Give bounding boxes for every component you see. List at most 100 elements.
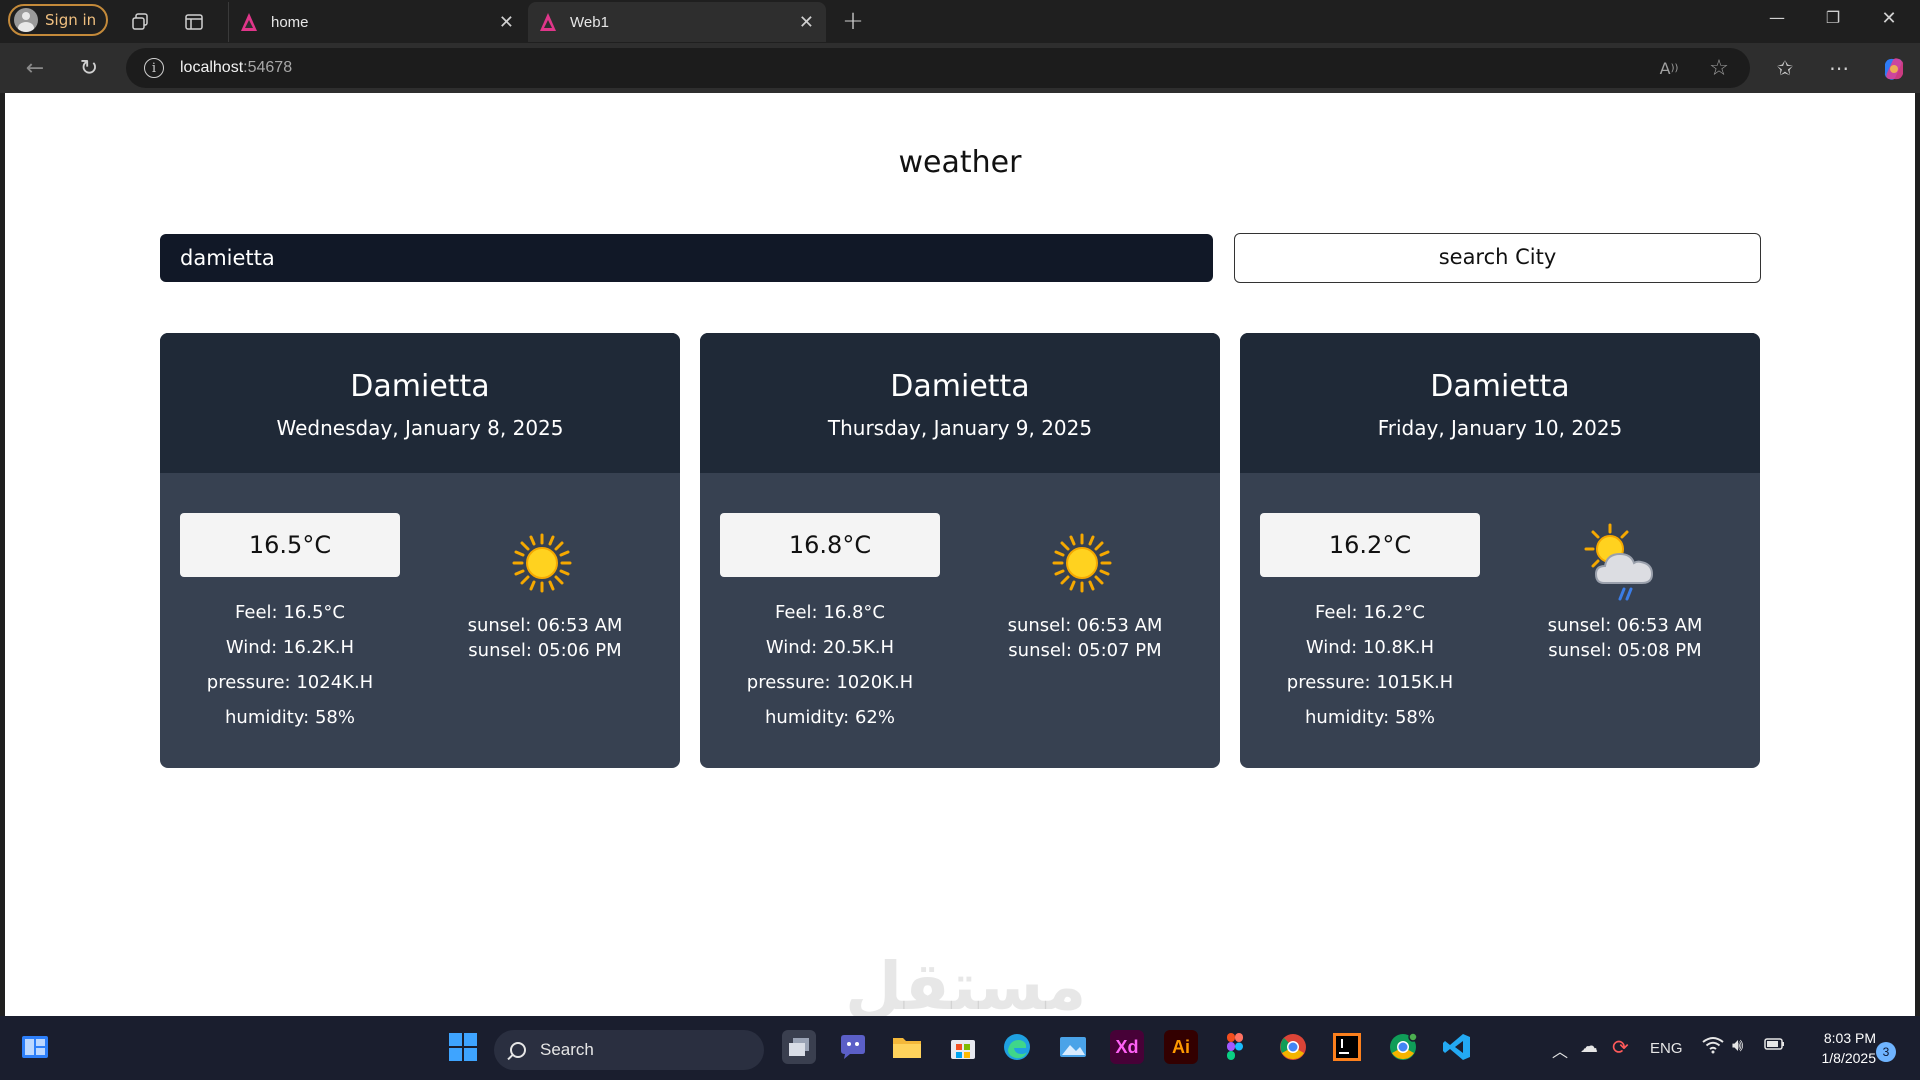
copilot-icon[interactable] [1880,55,1908,83]
wind-value: Wind: 16.2K.H [225,637,355,658]
clock-time: 8:03 PM [1823,1030,1876,1046]
photos-icon[interactable] [1056,1030,1090,1064]
feel-value: Feel: 16.5°C [235,602,345,623]
sign-in-button[interactable]: Sign in [8,4,108,36]
tab-web1[interactable]: Web1 ✕ [528,2,826,42]
back-icon[interactable]: ← [22,55,48,81]
card-header: Damietta Friday, January 10, 2025 [1240,333,1760,473]
widgets-icon[interactable] [18,1030,52,1064]
new-tab-icon[interactable]: + [840,6,866,36]
volume-icon[interactable]: 🔊︎ [1732,1035,1743,1056]
card-body: 16.8°C Feel: 16.8°C Wind: 20.5K.H pressu… [700,473,1220,768]
temperature-value: 16.8°C [720,513,940,577]
wifi-icon[interactable] [1702,1036,1724,1059]
temperature-value: 16.5°C [180,513,400,577]
store-icon[interactable] [946,1030,980,1064]
close-tab-icon[interactable]: ✕ [799,12,814,33]
humidity-value: humidity: 58% [225,707,355,728]
sun-icon [1052,533,1112,593]
card-body: 16.5°C Feel: 16.5°C Wind: 16.2K.H pressu… [160,473,680,768]
favorite-star-icon[interactable]: ☆ [1706,55,1732,81]
edge-icon[interactable] [1000,1030,1034,1064]
sunrise-value: sunsel: 06:53 AM [467,615,623,636]
jetbrains-icon[interactable] [1330,1030,1364,1064]
pressure-value: pressure: 1024K.H [206,672,374,693]
windows-taskbar: Search Xd Ai ︿ ☁ ⟳ ENG 🔊︎ 8:03 PM 1/8/20… [0,1016,1920,1080]
vscode-icon[interactable] [1440,1030,1474,1064]
favorites-icon[interactable]: ✩ [1772,55,1798,81]
onedrive-icon[interactable]: ☁ [1580,1036,1598,1057]
wind-value: Wind: 10.8K.H [1305,637,1435,658]
sun-times: sunsel: 06:53 AM sunsel: 05:08 PM [1530,613,1720,663]
clock-date: 1/8/2025 [1821,1050,1877,1066]
card-header: Damietta Wednesday, January 8, 2025 [160,333,680,473]
card-body: 16.2°C Feel: 16.2°C Wind: 10.8K.H pressu… [1240,473,1760,768]
address-bar: ← ↻ i localhost:54678 A)) ☆ ✩ ⋯ [0,43,1920,93]
taskbar-search[interactable]: Search [494,1030,764,1070]
weather-page: weather search City Damietta Wednesday, … [5,93,1915,1025]
show-hidden-icons-icon[interactable]: ︿ [1552,1038,1568,1062]
illustrator-icon[interactable]: Ai [1164,1030,1198,1064]
site-info-icon[interactable]: i [144,58,164,78]
language-indicator[interactable]: ENG [1650,1040,1683,1057]
sunrise-value: sunsel: 06:53 AM [1007,615,1163,636]
battery-icon[interactable] [1764,1036,1786,1057]
vertical-tabs-icon[interactable] [182,10,206,34]
weather-stats: Feel: 16.2°C Wind: 10.8K.H pressure: 101… [1260,595,1480,735]
card-city: Damietta [350,369,490,404]
angular-icon [239,12,259,32]
search-city-button[interactable]: search City [1234,233,1761,283]
workspaces-icon[interactable] [128,10,152,34]
humidity-value: humidity: 62% [765,707,895,728]
notification-badge[interactable]: 3 [1876,1042,1896,1062]
tab-home[interactable]: home ✕ [228,2,526,42]
url-host: localhost [180,59,244,76]
card-city: Damietta [890,369,1030,404]
close-window-icon[interactable]: ✕ [1874,8,1904,29]
sun-icon [512,533,572,593]
chrome-icon[interactable] [1276,1030,1310,1064]
card-date: Thursday, January 9, 2025 [827,416,1093,440]
task-view-icon[interactable] [782,1030,816,1064]
taskbar-search-label: Search [540,1040,594,1059]
feel-value: Feel: 16.2°C [1315,602,1425,623]
sun-times: sunsel: 06:53 AM sunsel: 05:07 PM [990,613,1180,663]
url-field[interactable]: i localhost:54678 [126,48,1750,88]
close-tab-icon[interactable]: ✕ [499,12,514,33]
sunrise-value: sunsel: 06:53 AM [1547,615,1703,636]
forecast-card: Damietta Thursday, January 9, 2025 16.8°… [700,333,1220,768]
browser-tab-bar: Sign in home ✕ Web1 ✕ + — ❐ ✕ [0,0,1920,43]
sunset-value: sunsel: 05:06 PM [468,640,622,661]
tab-title: Web1 [570,13,609,31]
folder-icon[interactable] [890,1030,924,1064]
adobe-xd-icon[interactable]: Xd [1110,1030,1144,1064]
forecast-card: Damietta Friday, January 10, 2025 16.2°C… [1240,333,1760,768]
restore-icon[interactable]: ❐ [1818,8,1848,27]
windows-start-icon[interactable] [446,1030,480,1064]
weather-stats: Feel: 16.8°C Wind: 20.5K.H pressure: 102… [720,595,940,735]
sunset-value: sunsel: 05:07 PM [1008,640,1162,661]
teams-icon[interactable] [836,1030,870,1064]
read-aloud-icon[interactable]: A)) [1656,55,1682,81]
minimize-icon[interactable]: — [1762,8,1792,27]
card-city: Damietta [1430,369,1570,404]
system-clock[interactable]: 8:03 PM 1/8/2025 [1800,1028,1877,1068]
pressure-value: pressure: 1020K.H [746,672,914,693]
pressure-value: pressure: 1015K.H [1286,672,1454,693]
feel-value: Feel: 16.8°C [775,602,885,623]
figma-icon[interactable] [1218,1030,1252,1064]
refresh-icon[interactable]: ↻ [76,55,102,81]
angular-icon [538,12,558,32]
sync-icon[interactable]: ⟳ [1612,1035,1629,1060]
more-options-icon[interactable]: ⋯ [1826,55,1852,81]
city-search-input[interactable] [160,234,1213,282]
sign-in-label: Sign in [45,11,97,29]
card-date: Wednesday, January 8, 2025 [276,416,564,440]
humidity-value: humidity: 58% [1305,707,1435,728]
wind-value: Wind: 20.5K.H [765,637,895,658]
card-date: Friday, January 10, 2025 [1377,416,1623,440]
watermark-logo: مستقل [845,948,1087,1025]
sun-times: sunsel: 06:53 AM sunsel: 05:06 PM [450,613,640,663]
chrome-beta-icon[interactable] [1386,1030,1420,1064]
tab-title: home [271,13,309,31]
